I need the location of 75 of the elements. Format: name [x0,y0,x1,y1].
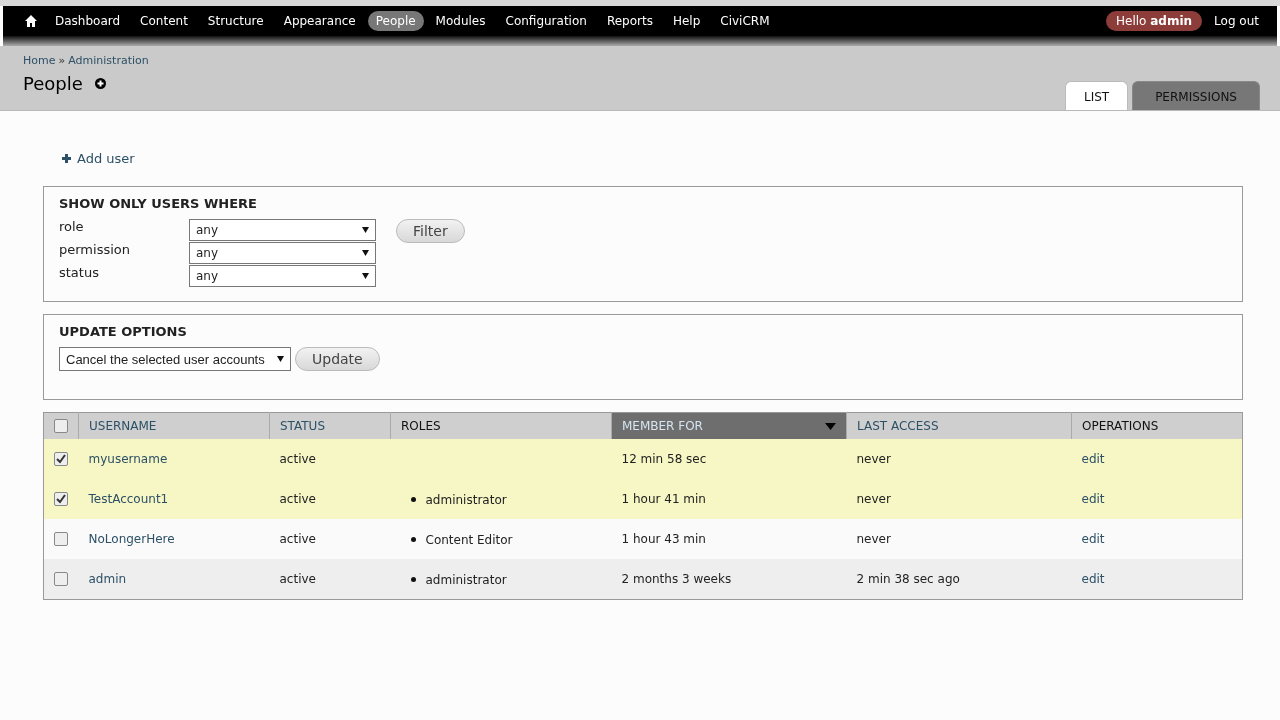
username-link[interactable]: TestAccount1 [88,492,169,506]
select-field[interactable]: any [189,265,376,287]
checkbox[interactable] [54,419,68,433]
add-user-link[interactable]: Add user [77,151,135,166]
bullet-icon [410,577,416,583]
column-header[interactable]: STATUS [269,412,391,439]
menu-item[interactable]: Help [664,11,709,31]
sort-icon [825,422,836,430]
filter-label: permission [59,242,131,259]
username-link[interactable]: myusername [88,452,168,466]
edit-link[interactable]: edit [1081,492,1105,506]
filter-button[interactable]: Filter [396,219,465,243]
table-cell: 1 hour 41 min [611,479,847,519]
table-cell: never [846,519,1072,559]
checkbox[interactable] [54,532,68,546]
menu-item[interactable]: Reports [598,11,661,31]
column-header[interactable]: USERNAME [78,412,270,439]
filter-label: status [59,265,100,282]
select-field[interactable]: any [189,242,376,264]
menu-item[interactable]: Dashboard [47,11,129,31]
dropdown-arrow-icon [362,273,369,279]
table-cell: 1 hour 43 min [611,519,847,559]
breadcrumb-separator: » [58,54,66,67]
filter-label: role [59,219,85,236]
edit-link[interactable]: edit [1081,532,1105,546]
menu-item[interactable]: Appearance [275,11,364,31]
home-icon[interactable] [25,15,37,27]
tab[interactable]: PERMISSIONS [1132,81,1260,110]
username-link[interactable]: admin [88,572,127,586]
table-cell: 2 min 38 sec ago [846,559,1072,600]
table-cell: active [269,559,391,600]
table-cell: 12 min 58 sec [611,439,847,479]
bullet-icon [410,537,416,543]
edit-link[interactable]: edit [1081,452,1105,466]
select-field[interactable]: Cancel the selected user accounts [59,347,291,371]
table-cell: active [269,439,391,479]
column-header: OPERATIONS [1071,412,1243,439]
table-cell: 2 months 3 weeks [611,559,847,600]
table-cell: never [846,479,1072,519]
greeting-badge[interactable]: Hello admin [1106,11,1203,31]
menu-item[interactable]: People [367,11,424,31]
username-link[interactable]: NoLongerHere [88,532,175,546]
checkbox[interactable] [54,572,68,586]
panel-title: UPDATE OPTIONS [59,324,188,339]
table-cell: active [269,479,391,519]
column-header[interactable]: MEMBER FOR [611,412,847,439]
column-header: ROLES [390,412,612,439]
menu-item[interactable]: Configuration [497,11,595,31]
add-shortcut-icon[interactable] [94,78,106,89]
menu-item[interactable]: Content [132,11,196,31]
checkbox[interactable] [54,452,68,466]
select-field[interactable]: any [189,219,376,241]
logout-link[interactable]: Log out [1206,11,1267,31]
menu-item[interactable]: Modules [427,11,494,31]
menu-item[interactable]: CiviCRM [712,11,778,31]
checkbox[interactable] [54,492,68,506]
panel-title: SHOW ONLY USERS WHERE [59,196,258,211]
table-cell: never [846,439,1072,479]
breadcrumb-link[interactable]: Administration [68,54,149,67]
menu-item[interactable]: Structure [199,11,272,31]
tab[interactable]: LIST [1064,81,1129,110]
edit-link[interactable]: edit [1081,572,1105,586]
bullet-icon [410,497,416,503]
dropdown-arrow-icon [362,250,369,256]
role-item: administrator [425,492,507,507]
update-button[interactable]: Update [295,347,380,371]
page-title: People [23,73,83,94]
plus-icon [62,154,71,163]
role-item: administrator [425,572,507,587]
dropdown-arrow-icon [277,356,284,362]
dropdown-arrow-icon [362,227,369,233]
role-item: Content Editor [425,532,513,547]
breadcrumb-link[interactable]: Home [23,54,56,67]
column-header[interactable]: LAST ACCESS [846,412,1072,439]
table-cell: active [269,519,391,559]
